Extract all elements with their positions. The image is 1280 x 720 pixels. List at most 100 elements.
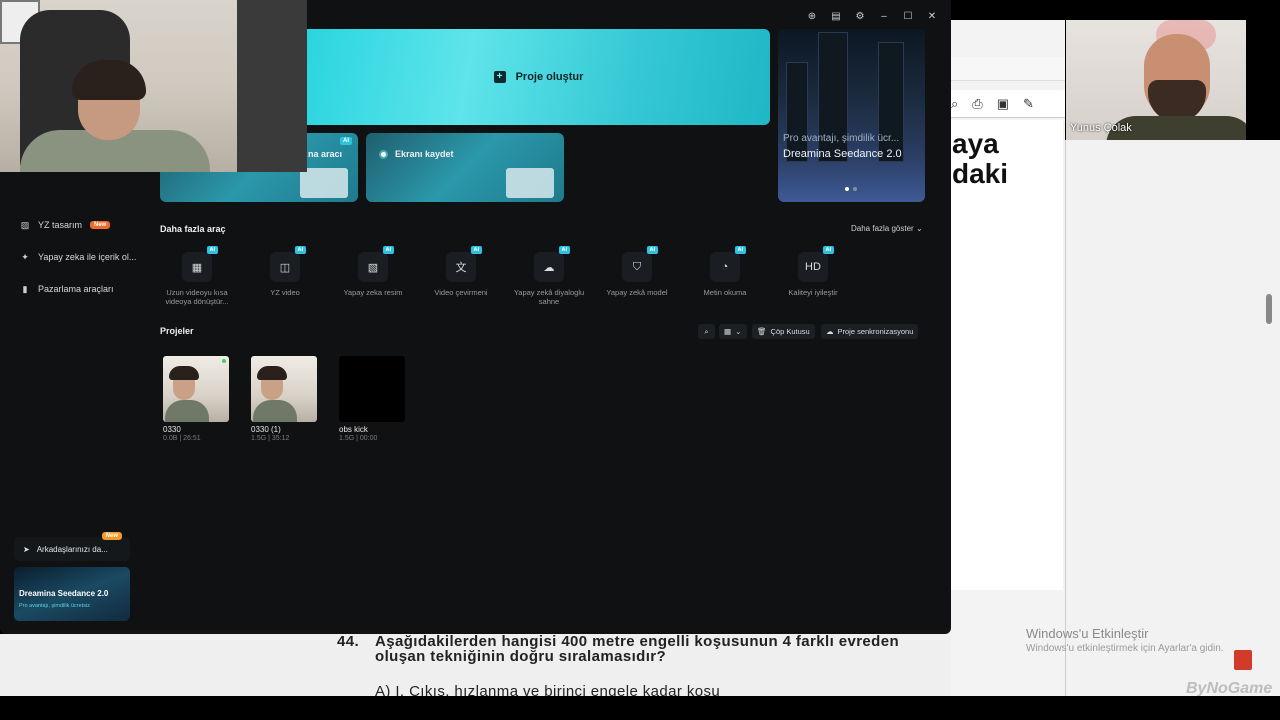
carousel-dot-active[interactable] xyxy=(845,187,849,191)
plus-icon: + xyxy=(493,71,506,83)
tool-text-to-speech[interactable]: ◔ AI Metin okuma xyxy=(681,246,769,306)
tool-ai-model[interactable]: ⛉ AI Yapay zekâ model xyxy=(593,246,681,306)
minimize-icon[interactable]: – xyxy=(879,11,889,22)
tool-ai-video[interactable]: ◫ AI YZ video xyxy=(241,246,329,306)
translate-icon: 文 xyxy=(455,262,467,274)
windows-activate-subtitle: Windows'u etkinleştirmek için Ayarlar'a … xyxy=(1026,643,1224,654)
create-project-button[interactable]: + Proje oluştur xyxy=(307,29,770,125)
record-icon xyxy=(379,150,388,159)
print-icon[interactable]: ⎙ xyxy=(972,96,982,112)
text-to-speech-icon: ◔ xyxy=(721,261,729,273)
project-name: 0330 (1) xyxy=(251,425,281,434)
pdf-heading-fragment-2: daki xyxy=(952,158,1009,189)
desktop-area xyxy=(1065,140,1280,696)
project-thumbnail xyxy=(251,356,317,422)
question-text: Aşağıdakilerden hangisi 400 metre engell… xyxy=(375,633,900,665)
project-name: 0330 xyxy=(163,425,181,434)
close-icon[interactable]: ✕ xyxy=(927,11,937,22)
ai-badge: AI xyxy=(646,246,658,254)
edit-icon[interactable]: ✎ xyxy=(1023,96,1034,112)
titlebar-controls: ⊕ ▤ ⚙ – ☐ ✕ xyxy=(807,11,937,22)
pdf-toolbar: ⌕ ⎙ ▣ ✎ xyxy=(951,90,1065,118)
person-hair xyxy=(72,60,146,100)
carousel-dots[interactable] xyxy=(845,187,857,191)
ai-badge: AI xyxy=(340,137,352,145)
webcam-name: Yunus Çolak xyxy=(1070,122,1132,134)
tool-label: Metin okuma xyxy=(703,288,747,297)
image-ai-icon: ▧ xyxy=(367,261,379,274)
carousel-dot[interactable] xyxy=(853,187,857,191)
tool-video-translator[interactable]: 文 AI Video çevirmeni xyxy=(417,246,505,306)
search-icon[interactable]: ⌕ xyxy=(951,96,958,112)
banner-building xyxy=(786,62,808,162)
banner-title: Dreamina Seedance 2.0 xyxy=(783,148,902,160)
new-badge: New xyxy=(101,532,122,540)
project-meta: 1.5G | 00:00 xyxy=(339,435,378,442)
new-badge: New xyxy=(90,221,111,229)
maximize-icon[interactable]: ☐ xyxy=(903,11,913,22)
sidebar-item-ai-content[interactable]: ✦ Yapay zeka ile içerik ol... xyxy=(20,252,137,263)
tool-long-to-short[interactable]: ▦ AI Uzun videoyu kısa videoya dönüştür..… xyxy=(153,246,241,306)
bag-icon: ▮ xyxy=(22,283,28,294)
banner-subtitle: Pro avantajı, şimdilik ücr... xyxy=(783,133,900,144)
tool-ai-image[interactable]: ▧ AI Yapay zeka resim xyxy=(329,246,417,306)
tool-label: Kaliteyi iyileştir xyxy=(788,288,838,297)
project-card[interactable]: 0330 (1) 1.5G | 35:12 xyxy=(251,356,317,442)
tool-label: Uzun videoyu kısa videoya dönüştür... xyxy=(165,288,229,306)
ai-badge: AI xyxy=(822,246,834,254)
project-meta: 1.5G | 35:12 xyxy=(251,435,290,442)
tool-label: Video çevirmeni xyxy=(434,288,488,297)
project-meta: 0.0B | 26:51 xyxy=(163,435,201,442)
project-card[interactable]: obs kick 1.5G | 00:00 xyxy=(339,356,405,442)
project-sync-button[interactable]: ☁ Proje senkronizasyonu xyxy=(821,324,919,339)
trash-icon: 🗑︎ xyxy=(757,327,767,336)
feedback-icon[interactable]: ▤ xyxy=(831,11,841,22)
settings-icon[interactable]: ⚙ xyxy=(855,11,865,22)
ai-badge: AI xyxy=(382,246,394,254)
dialog-scene-icon: ☁ xyxy=(543,261,555,274)
project-search-button[interactable]: ⌕ xyxy=(698,324,715,339)
scrollbar-thumb[interactable] xyxy=(1266,294,1272,324)
tool-card-thumbnail xyxy=(300,168,348,198)
ai-badge: AI xyxy=(558,246,570,254)
view-toggle-button[interactable]: ▦ ⌄ xyxy=(719,324,747,339)
screen-record-card[interactable]: Ekranı kaydet xyxy=(366,133,564,202)
project-card[interactable]: 0330 0.0B | 26:51 xyxy=(163,356,229,442)
upload-icon[interactable]: ⊕ xyxy=(807,11,817,22)
create-project-label: Proje oluştur xyxy=(515,71,584,83)
film-icon: ▦ xyxy=(191,261,203,274)
promo-title: Dreamina Seedance 2.0 xyxy=(19,589,109,598)
invite-label: Arkadaşlarınızı da... xyxy=(36,544,108,554)
tool-label: Yapay zeka resim xyxy=(343,288,403,297)
chevron-down-icon: ⌄ xyxy=(915,224,923,233)
tool-dialog-scene[interactable]: ☁ AI Yapay zekâ diyaloglu sahne xyxy=(505,246,593,306)
banner-building xyxy=(878,42,904,162)
pdf-app-icon[interactable] xyxy=(1234,650,1252,670)
tool-label: Yapay zekâ model xyxy=(606,288,668,297)
cloud-icon: ☁ xyxy=(826,327,834,336)
sidebar-item-ai-design[interactable]: ▨ YZ tasarım New xyxy=(20,220,111,230)
windows-activate-title: Windows'u Etkinleştir xyxy=(1026,626,1149,641)
bottom-black-bar xyxy=(0,696,1280,720)
send-icon: ➤ xyxy=(23,544,30,554)
ai-tool-card-label: na aracı xyxy=(308,149,343,159)
sidebar-item-label: Yapay zeka ile içerik ol... xyxy=(38,252,137,262)
sidebar-promo-card[interactable]: Dreamina Seedance 2.0 Pro avantajı, şimd… xyxy=(14,567,130,621)
pdf-page xyxy=(951,120,1063,590)
invite-friends-button[interactable]: ➤ Arkadaşlarınızı da... New xyxy=(14,532,130,561)
ai-badge: AI xyxy=(294,246,306,254)
more-tools-list: ▦ AI Uzun videoyu kısa videoya dönüştür..… xyxy=(153,246,857,306)
screen-record-label: Ekranı kaydet xyxy=(395,149,454,159)
sidebar-item-label: YZ tasarım xyxy=(38,220,83,230)
promo-banner[interactable]: Pro avantajı, şimdilik ücr... Dreamina S… xyxy=(778,29,925,202)
trash-button[interactable]: 🗑︎ Çöp Kutusu xyxy=(752,324,815,339)
save-icon[interactable]: ▣ xyxy=(997,96,1009,112)
pdf-toolbar-top xyxy=(951,57,1065,81)
tool-label: YZ video xyxy=(270,288,300,297)
ai-badge: AI xyxy=(470,246,482,254)
tool-enhance-quality[interactable]: HD AI Kaliteyi iyileştir xyxy=(769,246,857,306)
hd-icon: HD xyxy=(805,261,821,273)
sidebar-item-marketing[interactable]: ▮ Pazarlama araçları xyxy=(20,283,114,295)
webcam-right: Yunus Çolak xyxy=(1066,20,1246,140)
show-more-link[interactable]: Daha fazla göster ⌄ xyxy=(851,224,923,233)
